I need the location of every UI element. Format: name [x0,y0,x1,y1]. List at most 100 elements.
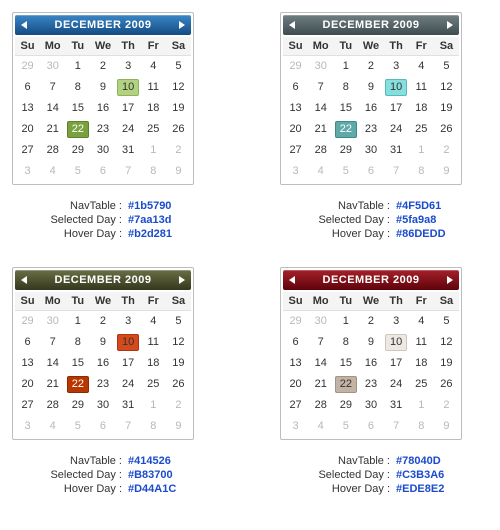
day-cell[interactable]: 15 [333,98,358,119]
day-cell[interactable]: 7 [116,161,141,182]
day-cell[interactable]: 21 [308,119,333,140]
day-cell[interactable]: 14 [40,98,65,119]
day-cell[interactable]: 20 [15,119,40,140]
day-cell[interactable]: 1 [333,311,358,333]
day-cell[interactable]: 11 [141,332,166,353]
day-cell[interactable]: 2 [434,140,459,161]
day-cell[interactable]: 31 [384,140,409,161]
next-month-icon[interactable] [447,21,453,29]
day-cell[interactable]: 31 [384,395,409,416]
day-cell[interactable]: 2 [358,311,383,333]
day-cell[interactable]: 5 [65,161,90,182]
day-cell[interactable]: 24 [384,119,409,140]
day-cell[interactable]: 7 [40,77,65,98]
day-cell[interactable]: 4 [409,311,434,333]
prev-month-icon[interactable] [289,21,295,29]
day-cell[interactable]: 7 [384,416,409,437]
day-cell[interactable]: 20 [283,374,308,395]
day-cell[interactable]: 19 [434,98,459,119]
day-cell[interactable]: 6 [90,416,115,437]
day-cell[interactable]: 15 [333,353,358,374]
day-cell[interactable]: 25 [409,374,434,395]
day-cell[interactable]: 7 [308,77,333,98]
day-cell[interactable]: 19 [166,353,191,374]
day-cell[interactable]: 9 [90,77,115,98]
day-cell[interactable]: 2 [358,56,383,78]
day-cell[interactable]: 3 [116,56,141,78]
next-month-icon[interactable] [447,276,453,284]
day-cell[interactable]: 3 [283,416,308,437]
day-cell[interactable]: 26 [166,374,191,395]
day-cell[interactable]: 25 [141,374,166,395]
day-cell[interactable]: 6 [15,77,40,98]
day-cell[interactable]: 8 [333,77,358,98]
day-cell[interactable]: 8 [409,416,434,437]
day-cell[interactable]: 23 [358,119,383,140]
day-cell[interactable]: 17 [116,98,141,119]
day-cell[interactable]: 6 [15,332,40,353]
day-cell[interactable]: 3 [15,416,40,437]
prev-month-icon[interactable] [289,276,295,284]
day-cell[interactable]: 1 [65,311,90,333]
day-cell[interactable]: 13 [15,98,40,119]
day-cell[interactable]: 2 [90,311,115,333]
day-cell[interactable]: 28 [40,395,65,416]
day-cell[interactable]: 5 [333,161,358,182]
day-cell[interactable]: 9 [434,161,459,182]
day-cell[interactable]: 13 [283,353,308,374]
day-cell[interactable]: 5 [166,56,191,78]
day-cell[interactable]: 24 [116,119,141,140]
day-cell[interactable]: 9 [358,77,383,98]
day-cell[interactable]: 3 [283,161,308,182]
day-cell[interactable]: 17 [116,353,141,374]
day-cell[interactable]: 8 [65,332,90,353]
day-cell[interactable]: 5 [333,416,358,437]
day-cell[interactable]: 17 [384,98,409,119]
day-cell[interactable]: 11 [141,77,166,98]
day-cell[interactable]: 27 [283,395,308,416]
day-cell[interactable]: 23 [90,119,115,140]
day-cell[interactable]: 29 [65,395,90,416]
day-cell[interactable]: 7 [40,332,65,353]
day-cell[interactable]: 6 [283,77,308,98]
day-cell[interactable]: 29 [15,56,40,78]
day-cell[interactable]: 3 [384,311,409,333]
day-cell[interactable]: 23 [358,374,383,395]
day-cell[interactable]: 9 [434,416,459,437]
day-cell[interactable]: 30 [358,395,383,416]
day-cell[interactable]: 18 [141,353,166,374]
day-cell[interactable]: 28 [40,140,65,161]
day-cell[interactable]: 29 [333,395,358,416]
day-cell[interactable]: 8 [333,332,358,353]
day-cell[interactable]: 20 [15,374,40,395]
day-cell[interactable]: 2 [434,395,459,416]
day-cell[interactable]: 18 [141,98,166,119]
day-cell[interactable]: 29 [65,140,90,161]
day-cell[interactable]: 15 [65,353,90,374]
day-cell[interactable]: 8 [141,416,166,437]
day-cell[interactable]: 5 [434,56,459,78]
day-cell[interactable]: 31 [116,140,141,161]
day-cell[interactable]: 26 [166,119,191,140]
day-cell[interactable]: 14 [308,353,333,374]
day-cell[interactable]: 7 [308,332,333,353]
day-cell[interactable]: 26 [434,119,459,140]
day-cell[interactable]: 11 [409,77,434,98]
day-cell[interactable]: 16 [90,98,115,119]
day-cell[interactable]: 12 [166,77,191,98]
day-cell[interactable]: 4 [141,311,166,333]
day-cell[interactable]: 29 [283,56,308,78]
day-cell[interactable]: 12 [434,77,459,98]
day-cell[interactable]: 22 [65,119,90,140]
day-cell[interactable]: 31 [116,395,141,416]
day-cell[interactable]: 6 [283,332,308,353]
day-cell[interactable]: 14 [40,353,65,374]
day-cell[interactable]: 10 [116,77,141,98]
day-cell[interactable]: 30 [40,311,65,333]
day-cell[interactable]: 18 [409,98,434,119]
day-cell[interactable]: 24 [116,374,141,395]
day-cell[interactable]: 3 [384,56,409,78]
day-cell[interactable]: 25 [141,119,166,140]
day-cell[interactable]: 30 [308,311,333,333]
day-cell[interactable]: 16 [358,353,383,374]
